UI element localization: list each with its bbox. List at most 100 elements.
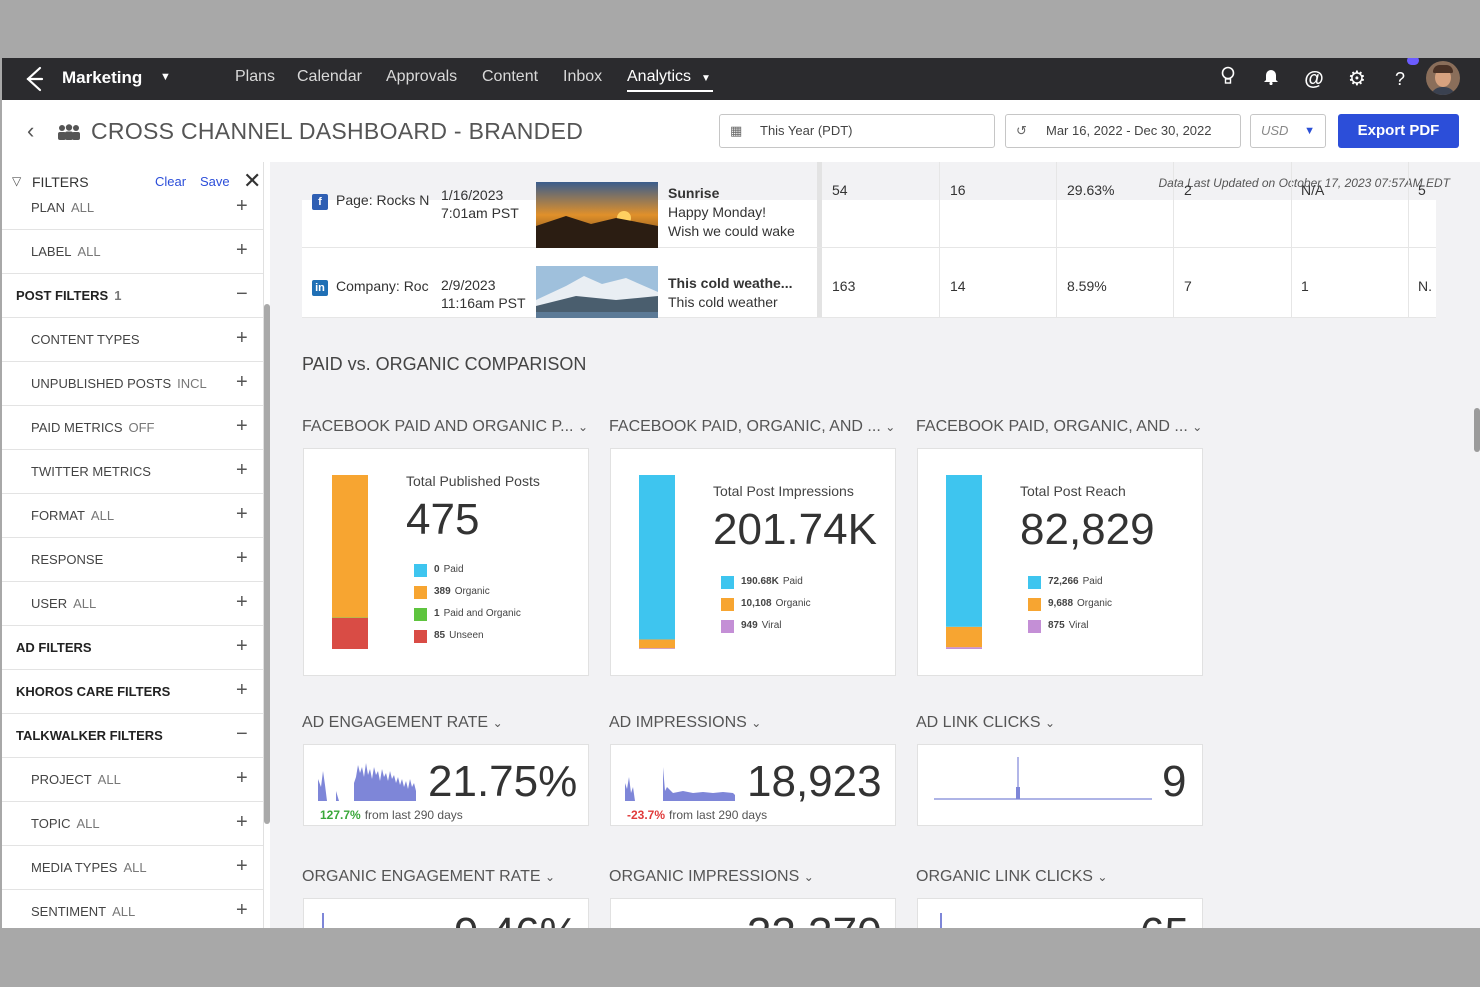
post-datetime: 2/9/2023 11:16am PST (441, 276, 526, 312)
card-heading-impressions[interactable]: FACEBOOK PAID, ORGANIC, AND ... ⌄ (609, 418, 895, 436)
filter-row-post-filters[interactable]: POST FILTERS 1 − (2, 274, 263, 318)
card-heading-reach[interactable]: FACEBOOK PAID, ORGANIC, AND ... ⌄ (916, 418, 1202, 436)
card-title: Total Published Posts (406, 473, 540, 489)
filter-name: PLAN (31, 200, 65, 215)
ad-link-clicks-heading[interactable]: AD LINK CLICKS ⌄ (916, 714, 1055, 732)
filter-label: PROJECT ALL (31, 772, 121, 787)
expand-plus-icon[interactable]: + (236, 635, 248, 658)
main-scrollbar[interactable] (1474, 408, 1480, 452)
filter-row-sentiment[interactable]: SENTIMENT ALL + (2, 890, 263, 928)
expand-plus-icon[interactable]: + (236, 503, 248, 526)
expand-plus-icon[interactable]: + (236, 855, 248, 878)
chevron-down-icon: ⌄ (1044, 716, 1055, 730)
page-header: ‹ CROSS CHANNEL DASHBOARD - BRANDED ▦ Th… (2, 100, 1480, 162)
filter-name: RESPONSE (31, 552, 104, 567)
help-icon[interactable]: ? (1387, 66, 1413, 92)
metric-heading-text: AD LINK CLICKS (916, 714, 1041, 731)
workspace-dropdown-icon[interactable]: ▼ (160, 71, 171, 83)
user-avatar[interactable] (1426, 61, 1460, 95)
workspace-name[interactable]: Marketing (62, 68, 142, 88)
filter-row-plan[interactable]: PLAN ALL + (2, 186, 263, 230)
lightbulb-icon[interactable] (1215, 66, 1241, 92)
table-row[interactable]: in Company: Roc 2/9/2023 11:16am PST This… (302, 266, 1436, 318)
filter-row-talkwalker-filters[interactable]: TALKWALKER FILTERS − (2, 714, 263, 758)
organic-engagement-heading[interactable]: ORGANIC ENGAGEMENT RATE ⌄ (302, 868, 555, 886)
expand-plus-icon[interactable]: + (236, 679, 248, 702)
legend-value: 9,688 (1048, 598, 1074, 609)
expand-plus-icon[interactable]: + (236, 195, 248, 218)
filter-row-content-types[interactable]: CONTENT TYPES + (2, 318, 263, 362)
expand-plus-icon[interactable]: + (236, 899, 248, 922)
filter-row-ad-filters[interactable]: AD FILTERS + (2, 626, 263, 670)
metric-cell: 54 (832, 182, 848, 198)
bar-segment-paid[interactable] (946, 475, 982, 627)
organic-link-clicks-heading[interactable]: ORGANIC LINK CLICKS ⌄ (916, 868, 1107, 886)
expand-plus-icon[interactable]: + (236, 371, 248, 394)
filter-value: ALL (73, 596, 97, 611)
bar-segment-viral[interactable] (639, 648, 675, 649)
date-range-selector[interactable]: ↺ Mar 16, 2022 - Dec 30, 2022 (1005, 114, 1241, 148)
expand-plus-icon[interactable]: + (236, 767, 248, 790)
table-row[interactable]: f Page: Rocks N 1/16/2023 7:01am PST Sunr… (302, 182, 1436, 248)
nav-inbox[interactable]: Inbox (563, 68, 602, 86)
filter-row-khoros-care-filters[interactable]: KHOROS CARE FILTERS + (2, 670, 263, 714)
filter-row-paid-metrics[interactable]: PAID METRICS OFF + (2, 406, 263, 450)
back-arrow-icon[interactable]: ‹ (27, 118, 34, 144)
expand-plus-icon[interactable]: + (236, 239, 248, 262)
legend-value: 1 (434, 608, 440, 619)
export-pdf-button[interactable]: Export PDF (1338, 114, 1459, 148)
currency-select[interactable]: USD ▼ (1250, 114, 1326, 148)
published-posts-stacked-bar (332, 475, 368, 649)
top-nav: Marketing ▼ Plans Calendar Approvals Con… (2, 58, 1480, 100)
period-selector[interactable]: ▦ This Year (PDT) (719, 114, 995, 148)
bar-segment-organic[interactable] (639, 639, 675, 649)
ad-engagement-heading[interactable]: AD ENGAGEMENT RATE ⌄ (302, 714, 503, 732)
post-thumbnail-sunrise[interactable] (536, 182, 658, 248)
bar-segment-organic[interactable] (946, 626, 982, 648)
filter-value: ALL (76, 816, 100, 831)
expand-plus-icon[interactable]: + (236, 591, 248, 614)
filter-name: AD FILTERS (16, 640, 92, 655)
expand-plus-icon[interactable]: + (236, 415, 248, 438)
filter-row-user[interactable]: USER ALL + (2, 582, 263, 626)
khoros-logo-icon[interactable] (22, 66, 46, 92)
expand-plus-icon[interactable]: + (236, 327, 248, 350)
bar-segment-paid[interactable] (639, 475, 675, 640)
nav-analytics[interactable]: Analytics ▼ (627, 68, 713, 92)
legend-swatch (414, 608, 427, 621)
legend-item: 10,108 Organic (721, 597, 811, 619)
filter-row-label[interactable]: LABEL ALL + (2, 230, 263, 274)
filter-row-unpublished-posts[interactable]: UNPUBLISHED POSTS INCL + (2, 362, 263, 406)
history-icon: ↺ (1016, 123, 1027, 138)
nav-calendar[interactable]: Calendar (297, 68, 362, 86)
metric-delta: -23.7% from last 290 days (627, 808, 767, 822)
ad-impressions-heading[interactable]: AD IMPRESSIONS ⌄ (609, 714, 761, 732)
bar-segment-unseen[interactable] (332, 617, 368, 649)
legend-swatch (721, 620, 734, 633)
nav-content[interactable]: Content (482, 68, 538, 86)
nav-approvals[interactable]: Approvals (386, 68, 457, 86)
filter-row-format[interactable]: FORMAT ALL + (2, 494, 263, 538)
gear-icon[interactable]: ⚙ (1344, 66, 1370, 92)
card-heading-published-posts[interactable]: FACEBOOK PAID AND ORGANIC P... ⌄ (302, 418, 588, 436)
filter-label: PLAN ALL (31, 200, 94, 215)
post-thumbnail-mountain[interactable] (536, 266, 658, 318)
filter-row-twitter-metrics[interactable]: TWITTER METRICS + (2, 450, 263, 494)
collapse-minus-icon[interactable]: − (236, 283, 248, 306)
filter-row-topic[interactable]: TOPIC ALL + (2, 802, 263, 846)
expand-plus-icon[interactable]: + (236, 811, 248, 834)
ad-impressions-card: 18,923 -23.7% from last 290 days (610, 744, 896, 826)
organic-impressions-heading[interactable]: ORGANIC IMPRESSIONS ⌄ (609, 868, 814, 886)
expand-plus-icon[interactable]: + (236, 459, 248, 482)
metric-cell: 14 (950, 278, 966, 294)
bar-segment-organic[interactable] (332, 475, 368, 618)
collapse-minus-icon[interactable]: − (236, 723, 248, 746)
nav-plans[interactable]: Plans (235, 68, 275, 86)
filter-row-response[interactable]: RESPONSE + (2, 538, 263, 582)
filter-row-project[interactable]: PROJECT ALL + (2, 758, 263, 802)
bell-icon[interactable] (1258, 66, 1284, 92)
filter-row-media-types[interactable]: MEDIA TYPES ALL + (2, 846, 263, 890)
expand-plus-icon[interactable]: + (236, 547, 248, 570)
mentions-icon[interactable]: @ (1301, 66, 1327, 92)
bar-segment-viral[interactable] (946, 647, 982, 649)
